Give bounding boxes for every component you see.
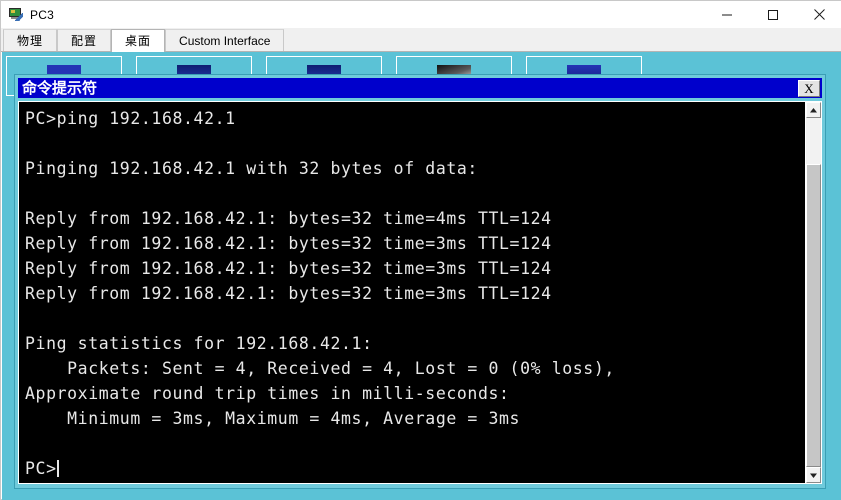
cmd-prompt: PC> <box>25 459 57 478</box>
text-cursor <box>56 460 59 477</box>
cmd-line: Reply from 192.168.42.1: bytes=32 time=3… <box>25 259 552 278</box>
cmd-prompt-line: PC> <box>25 456 805 481</box>
cmd-close-button[interactable]: X <box>798 79 820 97</box>
scrollbar-thumb[interactable] <box>806 164 821 467</box>
cmd-line <box>25 431 805 456</box>
tab-desktop[interactable]: 桌面 <box>111 29 166 52</box>
cmd-window-title: 命令提示符 <box>22 79 98 97</box>
pc-device-icon <box>8 7 24 22</box>
cmd-line <box>25 131 805 156</box>
window-title: PC3 <box>30 7 54 22</box>
cmd-line: Pinging 192.168.42.1 with 32 bytes of da… <box>25 159 478 178</box>
pc-desktop: 命令提示符 X PC>ping 192.168.42.1 Pinging 192… <box>2 52 841 500</box>
window-titlebar: PC3 <box>1 1 841 28</box>
cmd-line <box>25 181 805 206</box>
cmd-line: Approximate round trip times in milli-se… <box>25 384 510 403</box>
cmd-titlebar[interactable]: 命令提示符 X <box>18 78 822 98</box>
cmd-body: PC>ping 192.168.42.1 Pinging 192.168.42.… <box>18 101 822 484</box>
cmd-line: PC>ping 192.168.42.1 <box>25 109 236 128</box>
cmd-vertical-scrollbar[interactable] <box>805 102 821 483</box>
minimize-icon <box>721 9 733 21</box>
scroll-up-button[interactable] <box>806 102 821 118</box>
cmd-line: Packets: Sent = 4, Received = 4, Lost = … <box>25 359 615 378</box>
pc3-window: PC3 物理 配置 桌面 Custom Interface 命令提示符 X PC… <box>0 0 841 500</box>
cmd-output-screen[interactable]: PC>ping 192.168.42.1 Pinging 192.168.42.… <box>19 102 805 483</box>
tab-strip: 物理 配置 桌面 Custom Interface <box>1 28 841 52</box>
close-button[interactable] <box>796 1 841 28</box>
window-controls <box>704 1 841 28</box>
window-title-group: PC3 <box>1 7 54 22</box>
chevron-down-icon <box>809 472 818 479</box>
command-prompt-window: 命令提示符 X PC>ping 192.168.42.1 Pinging 192… <box>14 74 826 489</box>
maximize-button[interactable] <box>750 1 796 28</box>
chevron-up-icon <box>809 107 818 114</box>
minimize-button[interactable] <box>704 1 750 28</box>
scrollbar-track-upper[interactable] <box>806 118 821 164</box>
tab-physical[interactable]: 物理 <box>3 29 58 51</box>
cmd-line <box>25 306 805 331</box>
close-icon <box>813 8 826 21</box>
cmd-line: Reply from 192.168.42.1: bytes=32 time=3… <box>25 234 552 253</box>
cmd-line: Reply from 192.168.42.1: bytes=32 time=3… <box>25 284 552 303</box>
cmd-line: Reply from 192.168.42.1: bytes=32 time=4… <box>25 209 552 228</box>
scroll-down-button[interactable] <box>806 467 821 483</box>
maximize-icon <box>767 9 779 21</box>
cmd-line: Minimum = 3ms, Maximum = 4ms, Average = … <box>25 409 521 428</box>
cmd-line: Ping statistics for 192.168.42.1: <box>25 334 373 353</box>
tab-config[interactable]: 配置 <box>57 29 112 51</box>
tab-custom-interface[interactable]: Custom Interface <box>165 29 285 51</box>
